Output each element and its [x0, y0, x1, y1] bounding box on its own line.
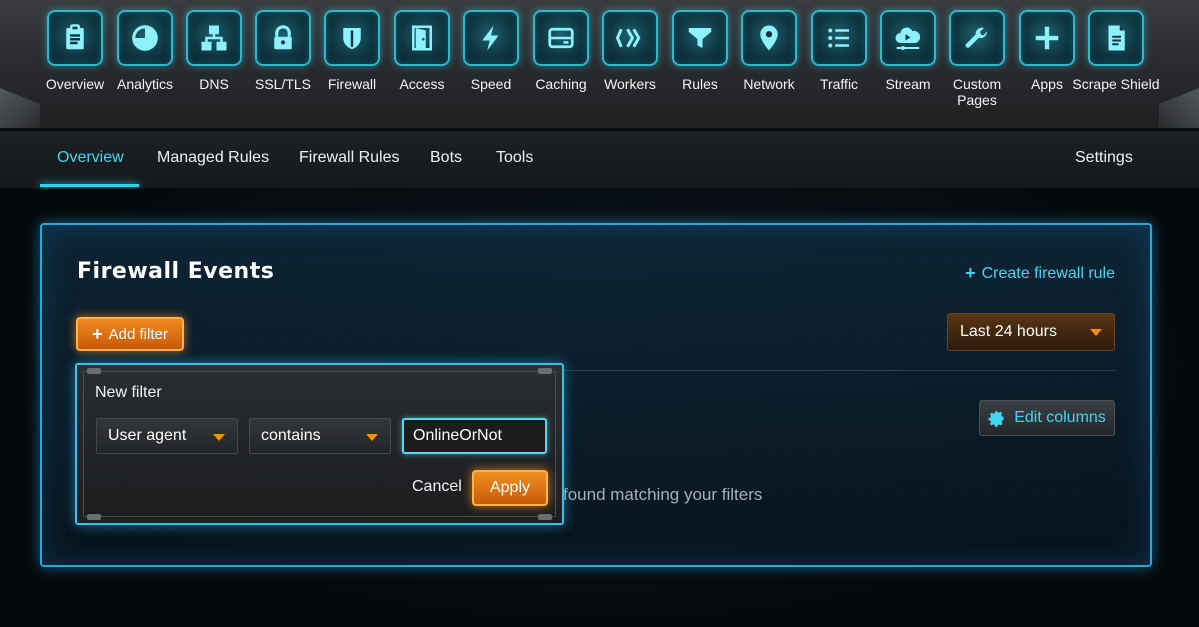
chevron-down-icon — [213, 434, 225, 441]
server-icon — [533, 10, 589, 66]
tab-settings[interactable]: Settings — [1075, 149, 1133, 167]
tab-bots[interactable]: Bots — [430, 149, 462, 167]
cancel-button[interactable]: Cancel — [412, 478, 462, 496]
location-pin-icon — [741, 10, 797, 66]
apply-button[interactable]: Apply — [472, 470, 548, 506]
popover-title: New filter — [95, 384, 162, 401]
empty-state-text: found matching your filters — [563, 485, 763, 504]
edit-columns-button[interactable]: Edit columns — [979, 400, 1115, 436]
wrench-icon — [949, 10, 1005, 66]
top-navigation-bar: Overview Analytics DNS SSL/TLS Firewall … — [0, 0, 1199, 130]
filter-field-value: User agent — [108, 427, 187, 444]
active-tab-indicator — [40, 184, 139, 187]
plus-icon: + — [965, 263, 976, 283]
door-icon — [394, 10, 450, 66]
tab-managed-rules[interactable]: Managed Rules — [157, 149, 269, 167]
create-firewall-rule-label: Create firewall rule — [981, 264, 1115, 282]
nav-item-custom-pages[interactable]: Custom Pages — [942, 10, 1012, 108]
lock-icon — [255, 10, 311, 66]
filter-operator-value: contains — [261, 427, 321, 444]
time-range-select[interactable]: Last 24 hours — [947, 313, 1115, 351]
list-icon — [811, 10, 867, 66]
nav-item-scrape-shield[interactable]: Scrape Shield — [1072, 10, 1160, 92]
chevron-down-icon — [366, 434, 378, 441]
tab-firewall-rules[interactable]: Firewall Rules — [299, 149, 399, 167]
tab-overview[interactable]: Overview — [57, 149, 124, 167]
chevron-down-icon — [1090, 329, 1102, 336]
frame-rivet — [87, 514, 101, 520]
gear-icon — [988, 411, 1004, 427]
nav-label: Scrape Shield — [1072, 76, 1160, 92]
plus-icon — [1019, 10, 1075, 66]
new-filter-popover: New filter User agent contains Cancel Ap… — [75, 363, 564, 525]
shield-icon — [324, 10, 380, 66]
document-icon — [1088, 10, 1144, 66]
filter-field-select[interactable]: User agent — [96, 418, 238, 454]
clipboard-icon — [47, 10, 103, 66]
time-range-value: Last 24 hours — [960, 323, 1057, 340]
filter-value-input[interactable] — [402, 418, 547, 454]
funnel-icon — [672, 10, 728, 66]
pie-chart-icon — [117, 10, 173, 66]
workers-icon — [602, 10, 658, 66]
network-tree-icon — [186, 10, 242, 66]
lightning-icon — [463, 10, 519, 66]
plus-icon: + — [92, 323, 103, 344]
frame-rivet — [538, 368, 552, 374]
page-title: Firewall Events — [77, 259, 275, 284]
create-firewall-rule-link[interactable]: + Create firewall rule — [965, 263, 1115, 284]
frame-rivet — [538, 514, 552, 520]
cloud-stream-icon — [880, 10, 936, 66]
add-filter-button[interactable]: + Add filter — [76, 317, 184, 351]
frame-rivet — [87, 368, 101, 374]
add-filter-label: Add filter — [108, 325, 168, 343]
edit-columns-label: Edit columns — [1014, 409, 1106, 426]
tab-tools[interactable]: Tools — [496, 149, 533, 167]
filter-operator-select[interactable]: contains — [249, 418, 391, 454]
sub-navigation-tabs: Overview Managed Rules Firewall Rules Bo… — [0, 131, 1199, 189]
